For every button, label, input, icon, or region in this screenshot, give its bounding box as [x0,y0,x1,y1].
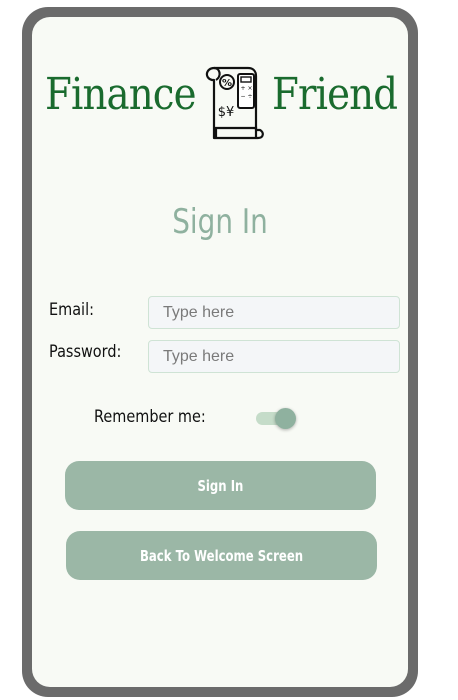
svg-text:$¥: $¥ [218,105,235,120]
device-frame: Finance % + × − ÷ $¥ Friend Sign In Emai… [22,7,418,697]
remember-me-label: Remember me: [94,407,206,427]
sign-in-button[interactable]: Sign In [65,461,376,510]
back-to-welcome-button-label: Back To Welcome Screen [139,546,304,565]
remember-me-toggle[interactable] [256,408,296,429]
svg-text:×: × [247,85,252,92]
app-screen: Finance % + × − ÷ $¥ Friend Sign In Emai… [32,17,408,687]
password-label: Password: [49,342,122,362]
logo-text-right: Friend [272,69,398,120]
page-title: Sign In [172,202,268,242]
email-label: Email: [49,300,94,320]
email-field[interactable] [148,296,400,329]
svg-text:%: % [222,78,232,89]
svg-text:−: − [240,93,245,100]
svg-text:+: + [240,85,245,92]
sign-in-button-label: Sign In [197,476,244,495]
receipt-calculator-icon: % + × − ÷ $¥ [205,66,264,140]
logo-text-left: Finance [45,69,197,120]
svg-text:÷: ÷ [247,93,252,100]
password-field[interactable] [148,340,400,373]
app-logo: Finance % + × − ÷ $¥ Friend [32,62,408,142]
back-to-welcome-button[interactable]: Back To Welcome Screen [66,531,377,580]
toggle-thumb [275,408,296,429]
